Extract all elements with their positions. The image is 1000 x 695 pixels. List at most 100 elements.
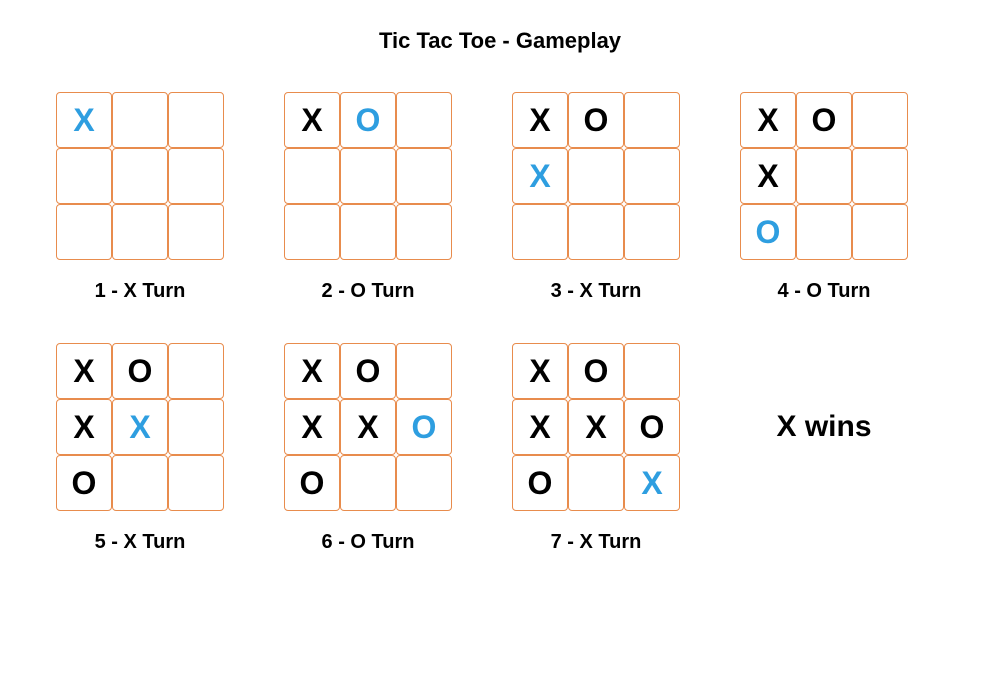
mark: X [757,160,778,192]
cell-2-4 [340,148,396,204]
mark: X [129,411,150,443]
mark: X [529,411,550,443]
cell-1-2 [168,92,224,148]
cell-2-0: X [284,92,340,148]
cell-2-5 [396,148,452,204]
cell-7-5: O [624,399,680,455]
cell-6-2 [396,343,452,399]
cell-7-7 [568,455,624,511]
mark: X [73,104,94,136]
cell-4-3: X [740,148,796,204]
cell-3-7 [568,204,624,260]
mark: X [301,411,322,443]
board-caption-5: 5 - X Turn [95,531,186,554]
mark: X [529,160,550,192]
cell-6-8 [396,455,452,511]
board-5: X O X X O [56,343,224,511]
board-block-2: X O 2 - O Turn [284,92,452,303]
board-caption-6: 6 - O Turn [322,531,415,554]
cell-3-5 [624,148,680,204]
board-caption-2: 2 - O Turn [322,280,415,303]
board-caption-1: 1 - X Turn [95,280,186,303]
mark: X [301,355,322,387]
result-block: X wins [740,343,908,554]
board-block-4: X O X O 4 - O Turn [740,92,908,303]
cell-3-8 [624,204,680,260]
cell-6-5: O [396,399,452,455]
mark: X [585,411,606,443]
board-block-3: X O X 3 - X Turn [512,92,680,303]
cell-4-1: O [796,92,852,148]
cell-6-7 [340,455,396,511]
mark: X [757,104,778,136]
cell-1-8 [168,204,224,260]
board-caption-4: 4 - O Turn [778,280,871,303]
cell-7-8: X [624,455,680,511]
cell-4-7 [796,204,852,260]
mark: O [584,355,609,387]
mark: O [128,355,153,387]
mark: O [640,411,665,443]
cell-7-3: X [512,399,568,455]
cell-2-6 [284,204,340,260]
mark: O [356,355,381,387]
mark: O [72,467,97,499]
cell-1-6 [56,204,112,260]
mark: X [357,411,378,443]
cell-3-4 [568,148,624,204]
cell-2-7 [340,204,396,260]
page-title: Tic Tac Toe - Gameplay [0,28,1000,54]
mark: X [73,411,94,443]
boards-container: X 1 - X Turn X O 2 - O Turn X [0,92,1000,554]
cell-7-4: X [568,399,624,455]
cell-5-2 [168,343,224,399]
mark: O [356,104,381,136]
board-6: X O X X O O [284,343,452,511]
cell-6-4: X [340,399,396,455]
mark: X [301,104,322,136]
mark: O [412,411,437,443]
cell-6-6: O [284,455,340,511]
cell-5-4: X [112,399,168,455]
cell-2-3 [284,148,340,204]
cell-1-7 [112,204,168,260]
cell-7-6: O [512,455,568,511]
mark: X [529,355,550,387]
cell-1-3 [56,148,112,204]
cell-5-3: X [56,399,112,455]
cell-1-0: X [56,92,112,148]
cell-1-5 [168,148,224,204]
cell-2-8 [396,204,452,260]
cell-3-1: O [568,92,624,148]
board-1: X [56,92,224,260]
board-2: X O [284,92,452,260]
cell-4-4 [796,148,852,204]
cell-1-1 [112,92,168,148]
board-block-7: X O X X O O X 7 - X Turn [512,343,680,554]
cell-4-2 [852,92,908,148]
mark: O [756,216,781,248]
cell-3-3: X [512,148,568,204]
cell-3-0: X [512,92,568,148]
mark: X [641,467,662,499]
cell-7-1: O [568,343,624,399]
board-3: X O X [512,92,680,260]
cell-5-5 [168,399,224,455]
board-4: X O X O [740,92,908,260]
board-7: X O X X O O X [512,343,680,511]
mark: O [528,467,553,499]
board-block-6: X O X X O O 6 - O Turn [284,343,452,554]
cell-2-1: O [340,92,396,148]
board-caption-3: 3 - X Turn [551,280,642,303]
cell-7-0: X [512,343,568,399]
result-container: X wins [740,343,908,511]
mark: X [73,355,94,387]
mark: O [812,104,837,136]
cell-5-8 [168,455,224,511]
mark: O [584,104,609,136]
cell-7-2 [624,343,680,399]
cell-2-2 [396,92,452,148]
cell-3-6 [512,204,568,260]
cell-1-4 [112,148,168,204]
cell-3-2 [624,92,680,148]
